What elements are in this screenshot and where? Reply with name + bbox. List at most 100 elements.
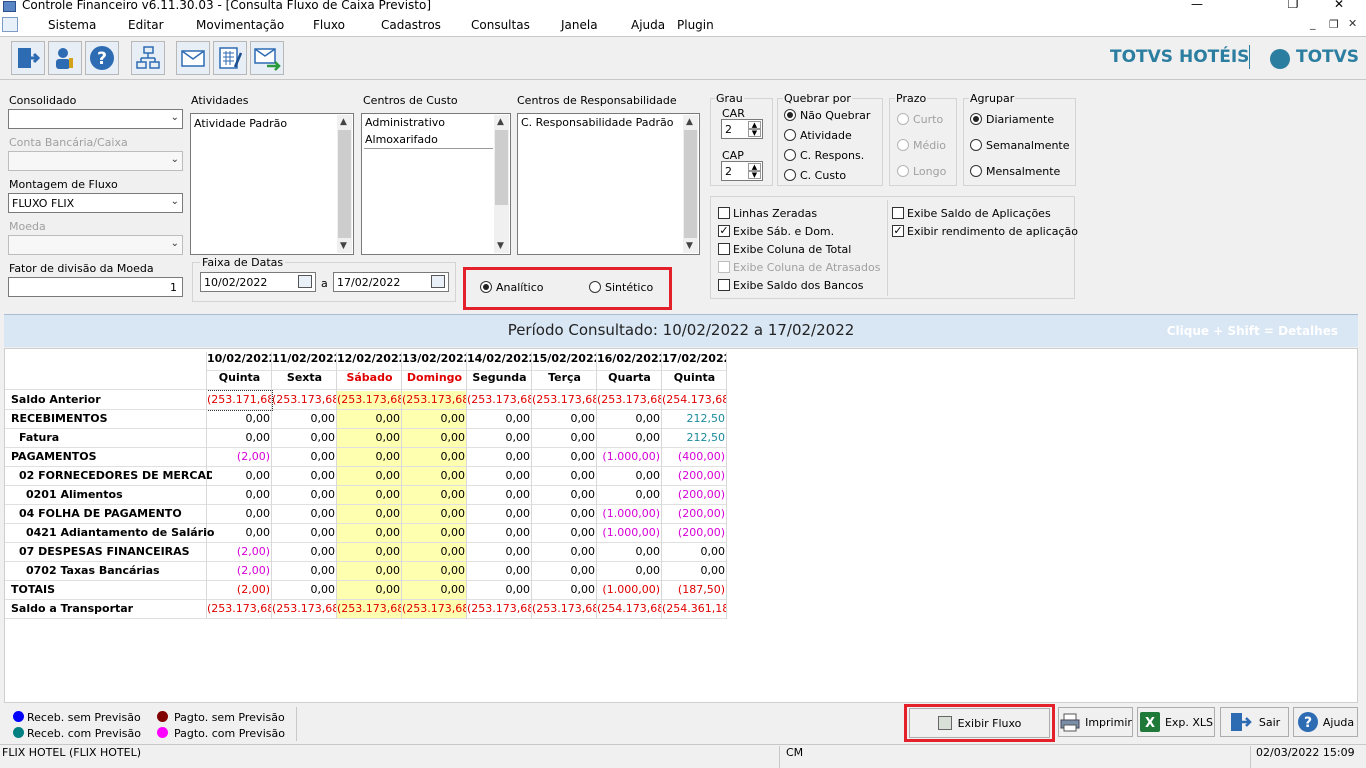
grid-cell[interactable]: 0,00 [597,410,662,429]
exit-icon[interactable] [11,41,45,75]
grid-cell[interactable]: (1.000,00) [597,581,662,600]
montagem-combo[interactable]: FLUXO FLIX ⌄ [8,193,183,213]
grid-cell[interactable]: 0,00 [532,524,597,543]
column-date-header[interactable]: 15/02/2022 [532,352,597,371]
mdi-doc-icon[interactable] [2,17,18,32]
grid-cell[interactable]: (200,00) [662,467,727,486]
grid-cell[interactable]: 0,00 [402,448,467,467]
grid-cell[interactable]: 0,00 [207,524,272,543]
column-date-header[interactable]: 12/02/2022 [337,352,402,371]
date-to-input[interactable]: 17/02/2022 [333,272,449,292]
grid-cell[interactable]: 0,00 [467,410,532,429]
grid-cell[interactable]: 0,00 [532,448,597,467]
grid-cell[interactable]: 0,00 [272,467,337,486]
menu-fluxo[interactable]: Fluxo [313,18,345,32]
exibir-fluxo-button[interactable]: Exibir Fluxo [909,708,1050,738]
column-date-header[interactable]: 17/02/2022 [662,352,727,371]
grid-cell[interactable]: 0,00 [337,524,402,543]
grid-cell[interactable]: 0,00 [402,562,467,581]
grid-cell[interactable]: 0,00 [402,410,467,429]
column-date-header[interactable]: 13/02/2022 [402,352,467,371]
menu-editar[interactable]: Editar [128,18,164,32]
grid-cell[interactable]: 0,00 [272,448,337,467]
grid-cell[interactable]: (254.361,18) [662,600,727,619]
grid-cell[interactable]: (400,00) [662,448,727,467]
grid-cell[interactable]: 0,00 [467,467,532,486]
checkbox-label[interactable]: Exibe Saldo de Aplicações [907,207,1051,220]
mail-icon[interactable] [176,41,210,75]
grid-cell[interactable]: 0,00 [467,543,532,562]
grid-cell[interactable]: (253.173,68) [597,391,662,410]
grid-cell[interactable]: (1.000,00) [597,524,662,543]
column-day-header[interactable]: Quarta [597,371,662,390]
agrupar-option-label[interactable]: Semanalmente [986,139,1070,152]
grid-cell[interactable]: 0,00 [337,505,402,524]
menu-cadastros[interactable]: Cadastros [381,18,441,32]
quebrar-nao-radio[interactable] [784,109,796,121]
prazo-longo-radio[interactable] [897,165,909,177]
grid-cell[interactable]: (253.173,68) [337,391,402,410]
grid-cell[interactable]: 0,00 [597,429,662,448]
grid-cell[interactable]: 0,00 [402,429,467,448]
list-item[interactable]: Atividade Padrão [194,117,287,130]
sintetico-radio[interactable] [589,281,601,293]
user-key-icon[interactable] [48,41,82,75]
cashflow-grid[interactable]: 10/02/2022 Quinta 11/02/2022 Sexta 12/02/202… [4,348,1358,703]
exibe-saldo-bancos-checkbox[interactable] [718,279,730,291]
column-day-header[interactable]: Terça [532,371,597,390]
grid-cell[interactable]: (253.173,68) [272,391,337,410]
exibe-saldo-aplicacoes-checkbox[interactable] [892,207,904,219]
ccusto-list[interactable]: Administrativo Almoxarifado ▲ ▼ [361,113,511,255]
grid-cell[interactable]: 0,00 [467,562,532,581]
sair-button[interactable]: Sair [1220,707,1289,737]
org-chart-icon[interactable] [131,41,165,75]
grid-cell[interactable]: 0,00 [532,562,597,581]
grid-cell[interactable]: 0,00 [467,581,532,600]
grid-cell[interactable]: (2,00) [207,543,272,562]
grid-cell[interactable]: (253.173,68) [467,391,532,410]
grid-cell[interactable]: 0,00 [662,562,727,581]
menu-movimentacao[interactable]: Movimentação [196,18,284,32]
spin-down-icon[interactable]: ▼ [748,129,761,137]
grid-cell[interactable]: (1.000,00) [597,448,662,467]
quebrar-option-label[interactable]: Não Quebrar [800,109,870,122]
grid-cell[interactable]: 0,00 [532,429,597,448]
grid-cell[interactable]: 0,00 [532,486,597,505]
calendar-icon[interactable] [431,275,445,288]
grid-cell[interactable]: (200,00) [662,486,727,505]
menu-janela[interactable]: Janela [561,18,598,32]
mdi-close-icon[interactable]: ✕ [1348,17,1357,30]
grid-cell[interactable]: 0,00 [272,429,337,448]
grid-cell[interactable]: 0,00 [207,429,272,448]
spin-up-icon[interactable]: ▲ [748,121,761,129]
restore-icon[interactable]: ❐ [1270,0,1316,11]
grid-cell[interactable]: 0,00 [597,467,662,486]
moeda-combo[interactable]: ⌄ [8,235,183,255]
scrollbar[interactable]: ▲ ▼ [494,115,509,253]
checkbox-label[interactable]: Linhas Zeradas [733,207,817,220]
menu-consultas[interactable]: Consultas [471,18,530,32]
menu-sistema[interactable]: Sistema [48,18,96,32]
grid-cell[interactable]: 0,00 [597,543,662,562]
grid-cell[interactable]: 0,00 [272,581,337,600]
grid-cell[interactable]: 0,00 [272,543,337,562]
grid-cell[interactable]: 0,00 [662,543,727,562]
grid-cell[interactable]: 0,00 [467,505,532,524]
atividades-list[interactable]: Atividade Padrão ▲ ▼ [190,113,354,255]
grid-cell[interactable]: 0,00 [532,581,597,600]
grid-cell[interactable]: (200,00) [662,524,727,543]
fator-input[interactable]: 1 [8,277,183,297]
quebrar-option-label[interactable]: C. Respons. [800,149,864,162]
checkbox-label[interactable]: Exibe Saldo dos Bancos [733,279,863,292]
grid-cell[interactable]: 0,00 [272,505,337,524]
grid-cell[interactable]: 0,00 [207,467,272,486]
grid-cell[interactable]: (253.173,68) [207,600,272,619]
scrollbar[interactable]: ▲ ▼ [337,115,352,253]
menu-ajuda[interactable]: Ajuda [631,18,665,32]
grid-cell[interactable]: 0,00 [337,543,402,562]
column-date-header[interactable]: 10/02/2022 [207,352,272,371]
exibe-sab-dom-checkbox[interactable]: ✓ [718,225,730,237]
grid-cell[interactable]: 0,00 [467,486,532,505]
grid-cell[interactable]: 0,00 [597,486,662,505]
exp-xls-button[interactable]: X Exp. XLS [1137,707,1215,737]
